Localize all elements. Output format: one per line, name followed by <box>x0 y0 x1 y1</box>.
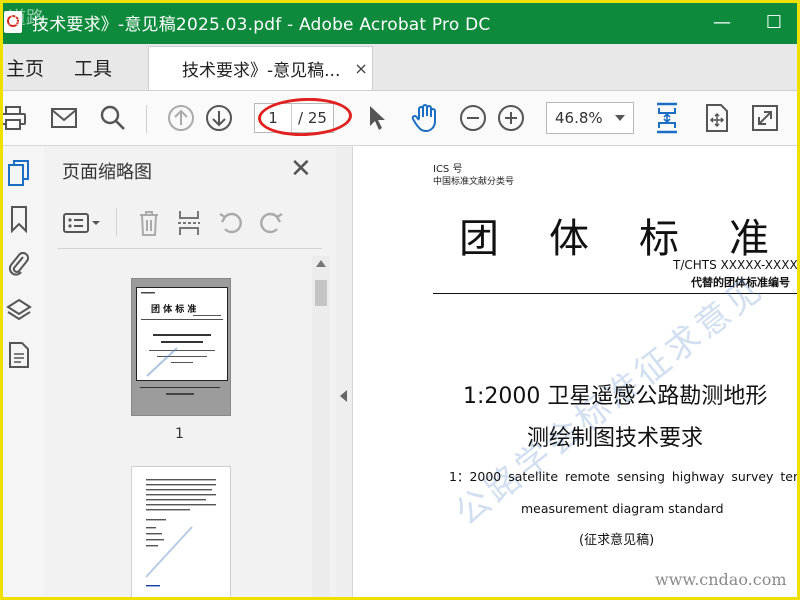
fit-page-icon <box>657 102 677 134</box>
bookmarks-button[interactable] <box>4 204 34 234</box>
panel-toolbar <box>44 198 336 249</box>
title-bar: 道路 技术要求》-意见稿2025.03.pdf - Adobe Acrobat … <box>0 0 800 44</box>
options-menu-button[interactable] <box>62 204 100 242</box>
select-tool-button[interactable] <box>358 99 396 137</box>
tab-home-label: 主页 <box>6 57 45 80</box>
panel-divider <box>58 248 322 249</box>
next-page-button[interactable] <box>200 99 238 137</box>
scrollbar-thumb[interactable] <box>315 280 327 306</box>
expand-icon <box>752 105 778 131</box>
full-screen-button[interactable] <box>746 99 784 137</box>
zoom-out-button[interactable] <box>454 99 492 137</box>
zoom-in-button[interactable] <box>492 99 530 137</box>
arrow-down-circle-icon <box>206 105 232 131</box>
arrow-up-circle-icon <box>168 105 194 131</box>
panel-title: 页面缩略图 <box>62 162 152 183</box>
thumbnail-footer-line <box>140 387 220 388</box>
rotate-right-button[interactable] <box>252 204 290 242</box>
list-options-icon <box>63 213 100 233</box>
previous-page-button[interactable] <box>162 99 200 137</box>
page-thumbnail-1[interactable]: 团 体 标 准 <box>131 278 231 416</box>
envelope-icon <box>51 108 77 128</box>
maximize-button[interactable]: ☐ <box>748 0 800 44</box>
tab-tools[interactable]: 工具 <box>74 44 112 90</box>
chevron-down-icon <box>615 115 625 121</box>
zoom-level-value: 46.8% <box>555 109 603 127</box>
zoom-out-icon <box>460 105 486 131</box>
rotate-right-icon <box>260 212 283 234</box>
tab-home[interactable]: 主页 <box>6 44 44 90</box>
page-thumbnail-2[interactable] <box>131 466 231 600</box>
layers-icon <box>6 298 32 321</box>
toolbar: 1 / 25 46.8% <box>0 91 800 146</box>
search-icon <box>100 105 125 130</box>
thumbnail-page-content: 团 体 标 准 <box>136 287 228 381</box>
rotate-left-icon <box>219 212 242 234</box>
site-watermark: www.cndao.com <box>655 570 787 589</box>
page-thumbnails-panel: 页面缩略图 ✕ 团 体 标 准 1 <box>44 146 337 600</box>
trash-icon <box>140 211 158 236</box>
page-thumbnails-button[interactable] <box>4 158 34 188</box>
thumbnail-list: 团 体 标 准 1 <box>44 256 312 600</box>
insert-page-icon <box>178 211 200 235</box>
panel-toolbar-divider <box>116 208 117 236</box>
doc-english-title-line-2: measurement diagram standard <box>521 501 724 516</box>
doc-ics-number: ICS 号 <box>433 164 463 175</box>
navigation-pane-strip <box>0 146 45 600</box>
panel-collapse-handle[interactable] <box>336 146 353 600</box>
svg-text:团 体 标 准: 团 体 标 准 <box>151 303 196 315</box>
layers-button[interactable] <box>4 296 34 326</box>
thumbnail-page-number: 1 <box>175 426 184 442</box>
scroll-up-icon[interactable] <box>316 260 326 267</box>
doc-heading: 团体标准 <box>459 216 800 262</box>
cursor-arrow-icon <box>370 106 385 130</box>
thumbnails-icon <box>8 160 29 186</box>
zoom-in-icon <box>498 105 524 131</box>
bookmark-icon <box>11 206 27 233</box>
document-view[interactable]: ICS 号 中国标准文献分类号 团体标准 T/CHTS XXXXX-XXXX 代… <box>353 146 800 600</box>
tab-document[interactable]: 技术要求》-意见稿... × <box>148 46 373 90</box>
tab-close-icon[interactable]: × <box>354 59 367 78</box>
doc-english-title-line-1: 1：2000 satellite remote sensing highway … <box>449 469 800 484</box>
zoom-level-select[interactable]: 46.8% <box>546 102 634 134</box>
corner-watermark: 道路 <box>8 8 44 29</box>
attachments-button[interactable] <box>4 250 34 280</box>
paperclip-icon <box>8 252 29 276</box>
tab-bar: 主页 工具 技术要求》-意见稿... × <box>0 44 800 91</box>
document-icon <box>9 342 29 368</box>
delete-page-button[interactable] <box>130 204 168 242</box>
doc-classification: 中国标准文献分类号 <box>433 177 515 187</box>
chevron-left-icon <box>340 390 347 402</box>
thumbnail-preview: 团 体 标 准 <box>141 292 223 377</box>
fit-page-button[interactable] <box>648 99 686 137</box>
window-title: 技术要求》-意见稿2025.03.pdf - Adobe Acrobat Pro… <box>32 14 491 35</box>
hand-tool-button[interactable] <box>406 99 444 137</box>
panel-close-icon[interactable]: ✕ <box>290 154 312 184</box>
page-move-icon <box>706 104 728 132</box>
print-icon <box>0 106 26 130</box>
tab-document-label: 技术要求》-意见稿... <box>182 61 341 81</box>
rotate-view-button[interactable] <box>698 99 736 137</box>
thumbnail-scrollbar[interactable] <box>312 256 330 600</box>
insert-page-button[interactable] <box>170 204 208 242</box>
content-button[interactable] <box>4 340 34 370</box>
hand-icon <box>411 104 436 132</box>
search-button[interactable] <box>94 99 132 137</box>
rotate-left-button[interactable] <box>212 204 250 242</box>
thumbnail-footer-text <box>166 393 194 395</box>
doc-title-line-2: 测绘制图技术要求 <box>527 426 704 451</box>
doc-title-line-1: 1:2000 卫星遥感公路勘测地形 <box>463 384 768 409</box>
doc-draft-note: (征求意见稿) <box>579 533 655 548</box>
minimize-button[interactable]: — <box>696 0 748 44</box>
print-button[interactable] <box>0 99 32 137</box>
thumbnail-preview-2 <box>145 479 216 587</box>
toolbar-divider <box>146 105 147 133</box>
email-button[interactable] <box>45 99 83 137</box>
tab-tools-label: 工具 <box>74 57 113 80</box>
